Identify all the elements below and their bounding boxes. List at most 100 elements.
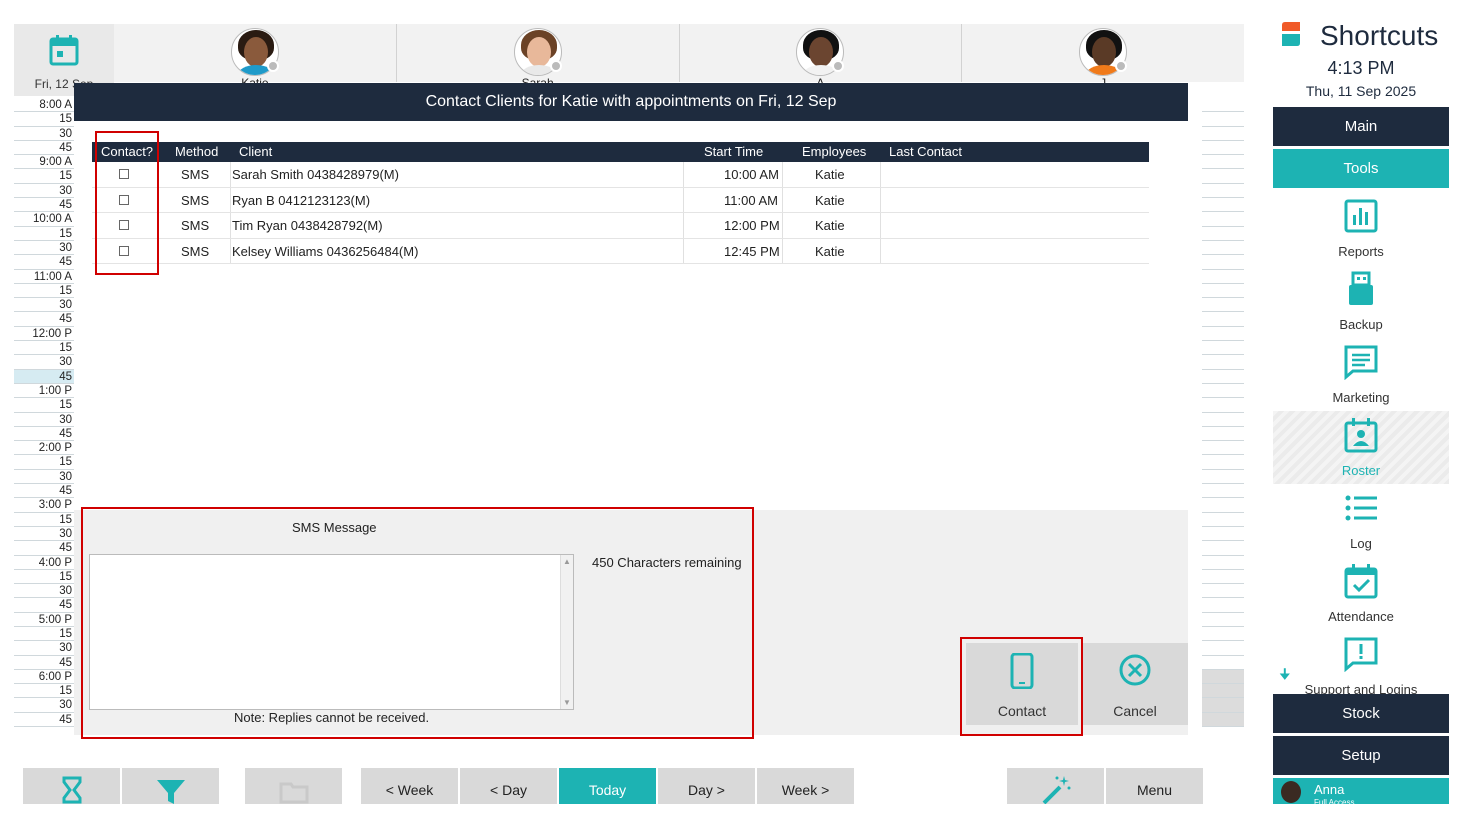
grid-slot[interactable] [1202, 255, 1244, 270]
grid-slot[interactable] [1202, 270, 1244, 284]
roster-button[interactable]: Roster [1273, 411, 1449, 484]
today-button[interactable]: Today [559, 768, 656, 804]
table-row[interactable]: SMS Kelsey Williams 0436256484(M) 12:45 PM… [92, 238, 1149, 264]
menu-button[interactable]: Menu [1106, 768, 1203, 804]
grid-slot[interactable] [1202, 598, 1244, 613]
attendance-button[interactable]: Attendance [1273, 557, 1449, 630]
time-slot: 30 [14, 127, 74, 141]
app-window: Fri, 12 Sep KatieSarahAJ 8:00 A1530459:0… [0, 0, 1475, 823]
grid-slot[interactable] [1202, 341, 1244, 356]
grid-slot[interactable] [1202, 498, 1244, 513]
scroll-up-icon[interactable]: ▲ [561, 557, 573, 566]
grid-slot[interactable] [1202, 384, 1244, 399]
backup-button[interactable]: Backup [1273, 265, 1449, 338]
row-employee: Katie [815, 192, 845, 208]
grid-slot[interactable] [1202, 484, 1244, 499]
grid-slot[interactable] [1202, 413, 1244, 427]
grid-slot[interactable] [1202, 169, 1244, 184]
contact-checkbox[interactable] [119, 194, 129, 205]
marketing-button[interactable]: Marketing [1273, 338, 1449, 411]
grid-slot[interactable] [1202, 198, 1244, 213]
grid-slot[interactable] [1202, 627, 1244, 642]
grid-slot[interactable] [1202, 398, 1244, 413]
time-slot: 6:00 P [14, 670, 74, 685]
grid-slot[interactable] [1202, 556, 1244, 570]
grid-slot[interactable] [1202, 355, 1244, 370]
staff-column[interactable]: A [680, 24, 963, 90]
user-bar[interactable]: Anna Full Access [1273, 778, 1449, 804]
grid-slot[interactable] [1202, 441, 1244, 456]
grid-slot[interactable] [1202, 541, 1244, 556]
next-day-button[interactable]: Day > [658, 768, 755, 804]
grid-slot[interactable] [1202, 284, 1244, 299]
contact-button[interactable]: Contact [966, 643, 1078, 725]
next-week-button[interactable]: Week > [757, 768, 854, 804]
grid-slot[interactable] [1202, 513, 1244, 527]
grid-slot[interactable] [1202, 669, 1244, 685]
time-slot: 11:00 A [14, 270, 74, 284]
grid-slot[interactable] [1202, 184, 1244, 199]
grid-slot[interactable] [1202, 470, 1244, 485]
table-row[interactable]: SMS Sarah Smith 0438428979(M) 10:00 AM Kati… [92, 162, 1149, 188]
grid-slot[interactable] [1202, 427, 1244, 442]
row-client: Ryan B 0412123123(M) [232, 192, 371, 208]
grid-slot[interactable] [1202, 370, 1244, 384]
waitlist-button[interactable] [23, 768, 120, 804]
time-slot: 15 [14, 684, 74, 699]
col-employees: Employees [802, 144, 867, 159]
grid-slot[interactable] [1202, 613, 1244, 627]
tools-button[interactable]: Tools [1273, 149, 1449, 188]
setup-button[interactable]: Setup [1273, 736, 1449, 775]
grid-slot[interactable] [1202, 327, 1244, 342]
staff-column[interactable]: Katie [114, 24, 397, 90]
grid-slot[interactable] [1202, 298, 1244, 313]
contact-checkbox[interactable] [119, 220, 129, 230]
reports-button[interactable]: Reports [1273, 192, 1449, 265]
grid-slot[interactable] [1202, 698, 1244, 713]
grid-slot[interactable] [1202, 127, 1244, 141]
user-name: Anna [1314, 782, 1345, 797]
contact-checkbox[interactable] [119, 245, 129, 256]
row-method: SMS [181, 218, 210, 233]
main-button[interactable]: Main [1273, 107, 1449, 146]
folder-button[interactable] [245, 768, 342, 804]
scroll-down-icon[interactable]: ▼ [561, 698, 573, 707]
grid-slot[interactable] [1202, 584, 1244, 599]
time-slot: 15 [14, 112, 74, 127]
stock-button[interactable]: Stock [1273, 694, 1449, 733]
time-slot: 3:00 P [14, 498, 74, 513]
filter-button[interactable] [122, 768, 219, 804]
log-button[interactable]: Log [1273, 484, 1449, 557]
time-slot: 15 [14, 169, 74, 184]
grid-slot[interactable] [1202, 684, 1244, 699]
grid-slot[interactable] [1202, 312, 1244, 327]
grid-slot[interactable] [1202, 570, 1244, 585]
sms-message-input[interactable] [89, 554, 574, 710]
table-row[interactable]: SMS Ryan B 0412123123(M) 11:00 AM Katie [92, 187, 1149, 213]
grid-slot[interactable] [1202, 241, 1244, 256]
contact-checkbox[interactable] [119, 169, 129, 179]
grid-slot[interactable] [1202, 656, 1244, 670]
magic-wand-button[interactable] [1007, 768, 1104, 805]
grid-slot[interactable] [1202, 227, 1244, 241]
cancel-button[interactable]: Cancel [1082, 643, 1188, 725]
grid-slot[interactable] [1202, 527, 1244, 542]
time-slot: 30 [14, 298, 74, 313]
grid-slot[interactable] [1202, 141, 1244, 156]
sms-scrollbar[interactable]: ▲ ▼ [560, 555, 573, 709]
table-row[interactable]: SMS Tim Ryan 0438428792(M) 12:00 PM Katie [92, 213, 1149, 239]
prev-day-button[interactable]: < Day [460, 768, 557, 804]
grid-slot[interactable] [1202, 98, 1244, 113]
prev-week-button[interactable]: < Week [361, 768, 458, 804]
grid-slot[interactable] [1202, 712, 1244, 728]
grid-slot[interactable] [1202, 641, 1244, 656]
grid-slot[interactable] [1202, 155, 1244, 170]
support-button[interactable]: Support and Logins [1273, 630, 1449, 703]
grid-slot[interactable] [1202, 212, 1244, 227]
grid-slot[interactable] [1202, 112, 1244, 127]
status-dot [549, 60, 562, 72]
staff-column[interactable]: Sarah [397, 24, 680, 90]
scroll-down-arrow-icon[interactable]: 🠋 [1279, 664, 1291, 688]
staff-column[interactable]: J [962, 24, 1244, 90]
grid-slot[interactable] [1202, 455, 1244, 470]
